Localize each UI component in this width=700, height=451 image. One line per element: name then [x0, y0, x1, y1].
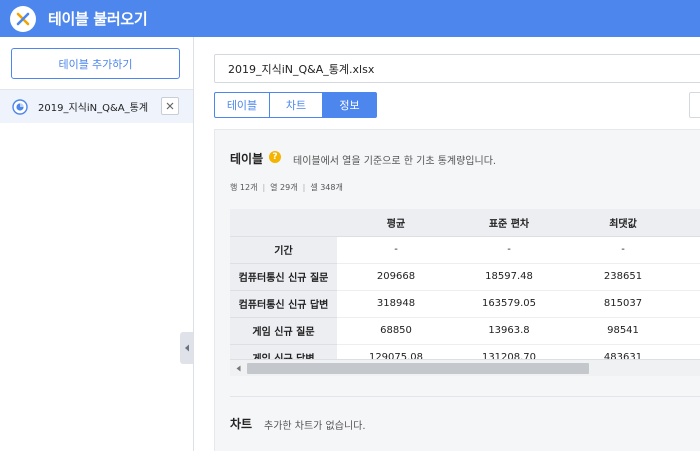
table-cell: 238651	[563, 263, 683, 291]
chart-section-description: 추가한 차트가 없습니다.	[264, 421, 366, 432]
title-bar: 테이블 불러오기	[0, 0, 700, 37]
column-count: 열 29개	[270, 183, 298, 192]
file-name-field[interactable]: 2019_지식iN_Q&A_통계.xlsx	[214, 54, 700, 83]
sidebar-file-item[interactable]: 2019_지식iN_Q&A_통계.…	[0, 90, 193, 123]
table-cell-overflow	[683, 263, 700, 291]
table-cell: 68850	[337, 317, 455, 345]
row-header: 게임 신규 답변	[230, 344, 337, 359]
table-counts: 행 12개 | 열 29개 | 셀 348개	[230, 182, 343, 193]
table-corner	[230, 209, 337, 237]
table-cell-overflow	[683, 290, 700, 318]
row-header: 컴퓨터통신 신규 답변	[230, 290, 337, 318]
sidebar: 테이블 추가하기 2019_지식iN_Q&A_통계.…	[0, 37, 194, 451]
window-title: 테이블 불러오기	[48, 10, 148, 28]
table-row: 기간 - - -	[230, 236, 700, 264]
count-separator: |	[302, 183, 306, 192]
section-divider	[230, 396, 700, 397]
add-table-button[interactable]: 테이블 추가하기	[11, 48, 180, 79]
table-cell: 209668	[337, 263, 455, 291]
toolbar-button-partial[interactable]	[689, 92, 700, 118]
caret-left-icon	[236, 365, 240, 371]
column-header: 최댓값	[563, 209, 683, 237]
help-icon[interactable]: ?	[269, 151, 281, 163]
table-cell-overflow	[683, 236, 700, 264]
row-header: 컴퓨터통신 신규 질문	[230, 263, 337, 291]
column-header: 표준 편차	[455, 209, 563, 237]
app-logo-icon	[10, 5, 36, 32]
table-row: 게임 신규 답변 129075.08 131208.70 483631	[230, 344, 700, 359]
chevron-left-icon	[184, 344, 189, 352]
column-header: 평균	[337, 209, 455, 237]
table-cell: 815037	[563, 290, 683, 318]
table-cell: 483631	[563, 344, 683, 359]
stats-table: 평균 표준 편차 최댓값 기간 - - - 컴퓨터통신 신규 질문 209668…	[230, 209, 700, 359]
column-header-overflow	[683, 209, 700, 237]
table-row: 컴퓨터통신 신규 질문 209668 18597.48 238651	[230, 263, 700, 291]
table-header-row: 평균 표준 편차 최댓값	[230, 209, 700, 237]
table-cell: 131208.70	[455, 344, 563, 359]
close-icon	[166, 102, 174, 110]
table-cell-overflow	[683, 317, 700, 345]
chart-section-title: 차트	[230, 417, 253, 431]
view-tabs: 테이블 차트 정보	[214, 92, 377, 118]
table-cell: 98541	[563, 317, 683, 345]
row-count: 행 12개	[230, 183, 258, 192]
table-cell: 163579.05	[455, 290, 563, 318]
count-separator: |	[262, 183, 266, 192]
remove-file-button[interactable]	[161, 97, 179, 115]
horizontal-scrollbar[interactable]	[230, 359, 700, 376]
scrollbar-thumb[interactable]	[247, 363, 589, 374]
main-content: 2019_지식iN_Q&A_통계.xlsx 테이블 차트 정보 테이블 ? 테이…	[195, 37, 700, 451]
info-panel: 테이블 ? 테이블에서 열을 기준으로 한 기초 통계량입니다. 행 12개 |…	[214, 129, 700, 451]
cell-count: 셀 348개	[310, 183, 343, 192]
table-cell: -	[563, 236, 683, 264]
file-type-icon	[12, 98, 28, 115]
row-header: 기간	[230, 236, 337, 264]
table-cell: -	[337, 236, 455, 264]
stats-table-viewport: 평균 표준 편차 최댓값 기간 - - - 컴퓨터통신 신규 질문 209668…	[230, 209, 700, 359]
sidebar-file-name: 2019_지식iN_Q&A_통계.…	[38, 103, 148, 114]
table-section-title: 테이블	[230, 152, 264, 166]
table-cell: -	[455, 236, 563, 264]
table-row: 컴퓨터통신 신규 답변 318948 163579.05 815037	[230, 290, 700, 318]
scroll-left-button[interactable]	[233, 363, 243, 373]
tab-info[interactable]: 정보	[322, 92, 377, 118]
table-cell: 318948	[337, 290, 455, 318]
row-header: 게임 신규 질문	[230, 317, 337, 345]
table-cell: 18597.48	[455, 263, 563, 291]
tab-chart[interactable]: 차트	[269, 92, 323, 118]
tab-table[interactable]: 테이블	[214, 92, 270, 118]
table-cell-overflow	[683, 344, 700, 359]
table-cell: 129075.08	[337, 344, 455, 359]
table-row: 게임 신규 질문 68850 13963.8 98541	[230, 317, 700, 345]
table-section-description: 테이블에서 열을 기준으로 한 기초 통계량입니다.	[293, 156, 497, 167]
sidebar-collapse-handle[interactable]	[180, 332, 193, 364]
table-cell: 13963.8	[455, 317, 563, 345]
